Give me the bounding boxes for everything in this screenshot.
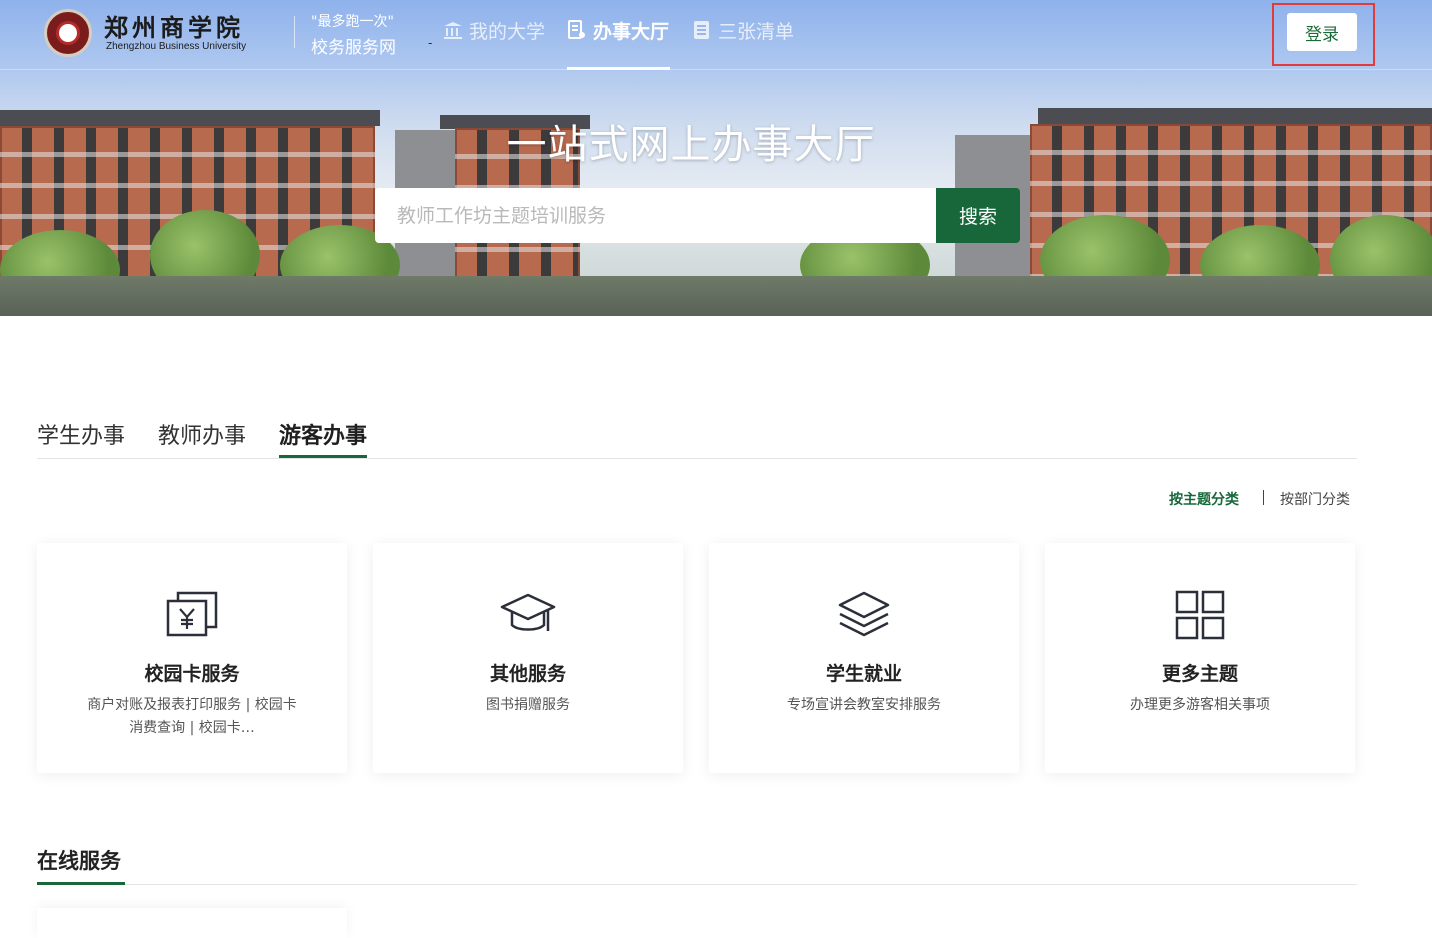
card-title: 校园卡服务 (144, 663, 240, 685)
nav-active-underline (567, 67, 670, 70)
nav-item-three-lists[interactable]: 三张清单 (692, 17, 794, 43)
graduation-cap-icon (500, 587, 556, 643)
top-navbar: 郑州商学院 Zhengzhou Business University "最多跑… (0, 0, 1432, 70)
service-hall-icon (567, 20, 587, 40)
card-title: 更多主题 (1161, 663, 1238, 685)
online-service-card-peek[interactable] (37, 908, 347, 938)
header-divider (294, 16, 295, 48)
nav-label: 办事大厅 (593, 20, 670, 43)
tab-teacher[interactable]: 教师办事 (158, 418, 246, 450)
card-description: 图书捐赠服务 (486, 697, 570, 713)
card-description: 办理更多游客相关事项 (1130, 697, 1270, 713)
service-card-more-themes[interactable]: 更多主题 办理更多游客相关事项 (1045, 543, 1355, 773)
user-type-tabs: 学生办事 教师办事 游客办事 (37, 400, 1357, 459)
classify-by-department[interactable]: 按部门分类 (1280, 489, 1350, 509)
hero-banner: 郑州商学院 Zhengzhou Business University "最多跑… (0, 0, 1432, 316)
card-title: 学生就业 (825, 663, 902, 685)
card-title: 其他服务 (489, 663, 566, 685)
tab-active-underline (279, 455, 367, 458)
search-input[interactable] (375, 188, 937, 243)
service-card-campus-card[interactable]: 校园卡服务 商户对账及报表打印服务 | 校园卡消费查询 | 校园卡… (37, 543, 347, 773)
online-services-section: 在线服务 (37, 840, 1357, 885)
service-card-other[interactable]: 其他服务 图书捐赠服务 (373, 543, 683, 773)
ground (0, 276, 1432, 316)
section-title: 在线服务 (37, 849, 121, 873)
university-emblem-logo[interactable] (44, 9, 92, 57)
logo-english-name: Zhengzhou Business University (106, 41, 247, 52)
card-description: 商户对账及报表打印服务 | 校园卡消费查询 | 校园卡… (87, 697, 297, 736)
nav-item-my-university[interactable]: 我的大学 (443, 17, 545, 43)
list-icon (692, 20, 712, 40)
slogan-line1: "最多跑一次" (311, 14, 394, 30)
tab-visitor[interactable]: 游客办事 (279, 418, 367, 450)
classify-by-theme[interactable]: 按主题分类 (1169, 489, 1239, 509)
search-button[interactable]: 搜索 (936, 188, 1020, 243)
logo-chinese-name: 郑州商学院 (104, 13, 244, 42)
card-description: 专场宣讲会教室安排服务 (787, 697, 941, 713)
university-icon (443, 20, 463, 40)
nav-item-service-hall[interactable]: 办事大厅 (567, 17, 669, 43)
decorative-dot: - (428, 36, 433, 50)
slogan-line2: 校务服务网 (311, 38, 396, 58)
grid-icon (1172, 587, 1228, 643)
hero-title: 一站式网上办事大厅 (506, 122, 876, 168)
nav-label: 我的大学 (469, 20, 546, 43)
section-title-underline (37, 882, 125, 885)
service-card-employment[interactable]: 学生就业 专场宣讲会教室安排服务 (709, 543, 1019, 773)
tab-student[interactable]: 学生办事 (37, 418, 125, 450)
classify-divider (1263, 490, 1264, 505)
nav-label: 三张清单 (718, 20, 795, 43)
layers-icon (836, 587, 892, 643)
login-button[interactable]: 登录 (1287, 13, 1357, 51)
campus-card-icon (164, 587, 220, 643)
